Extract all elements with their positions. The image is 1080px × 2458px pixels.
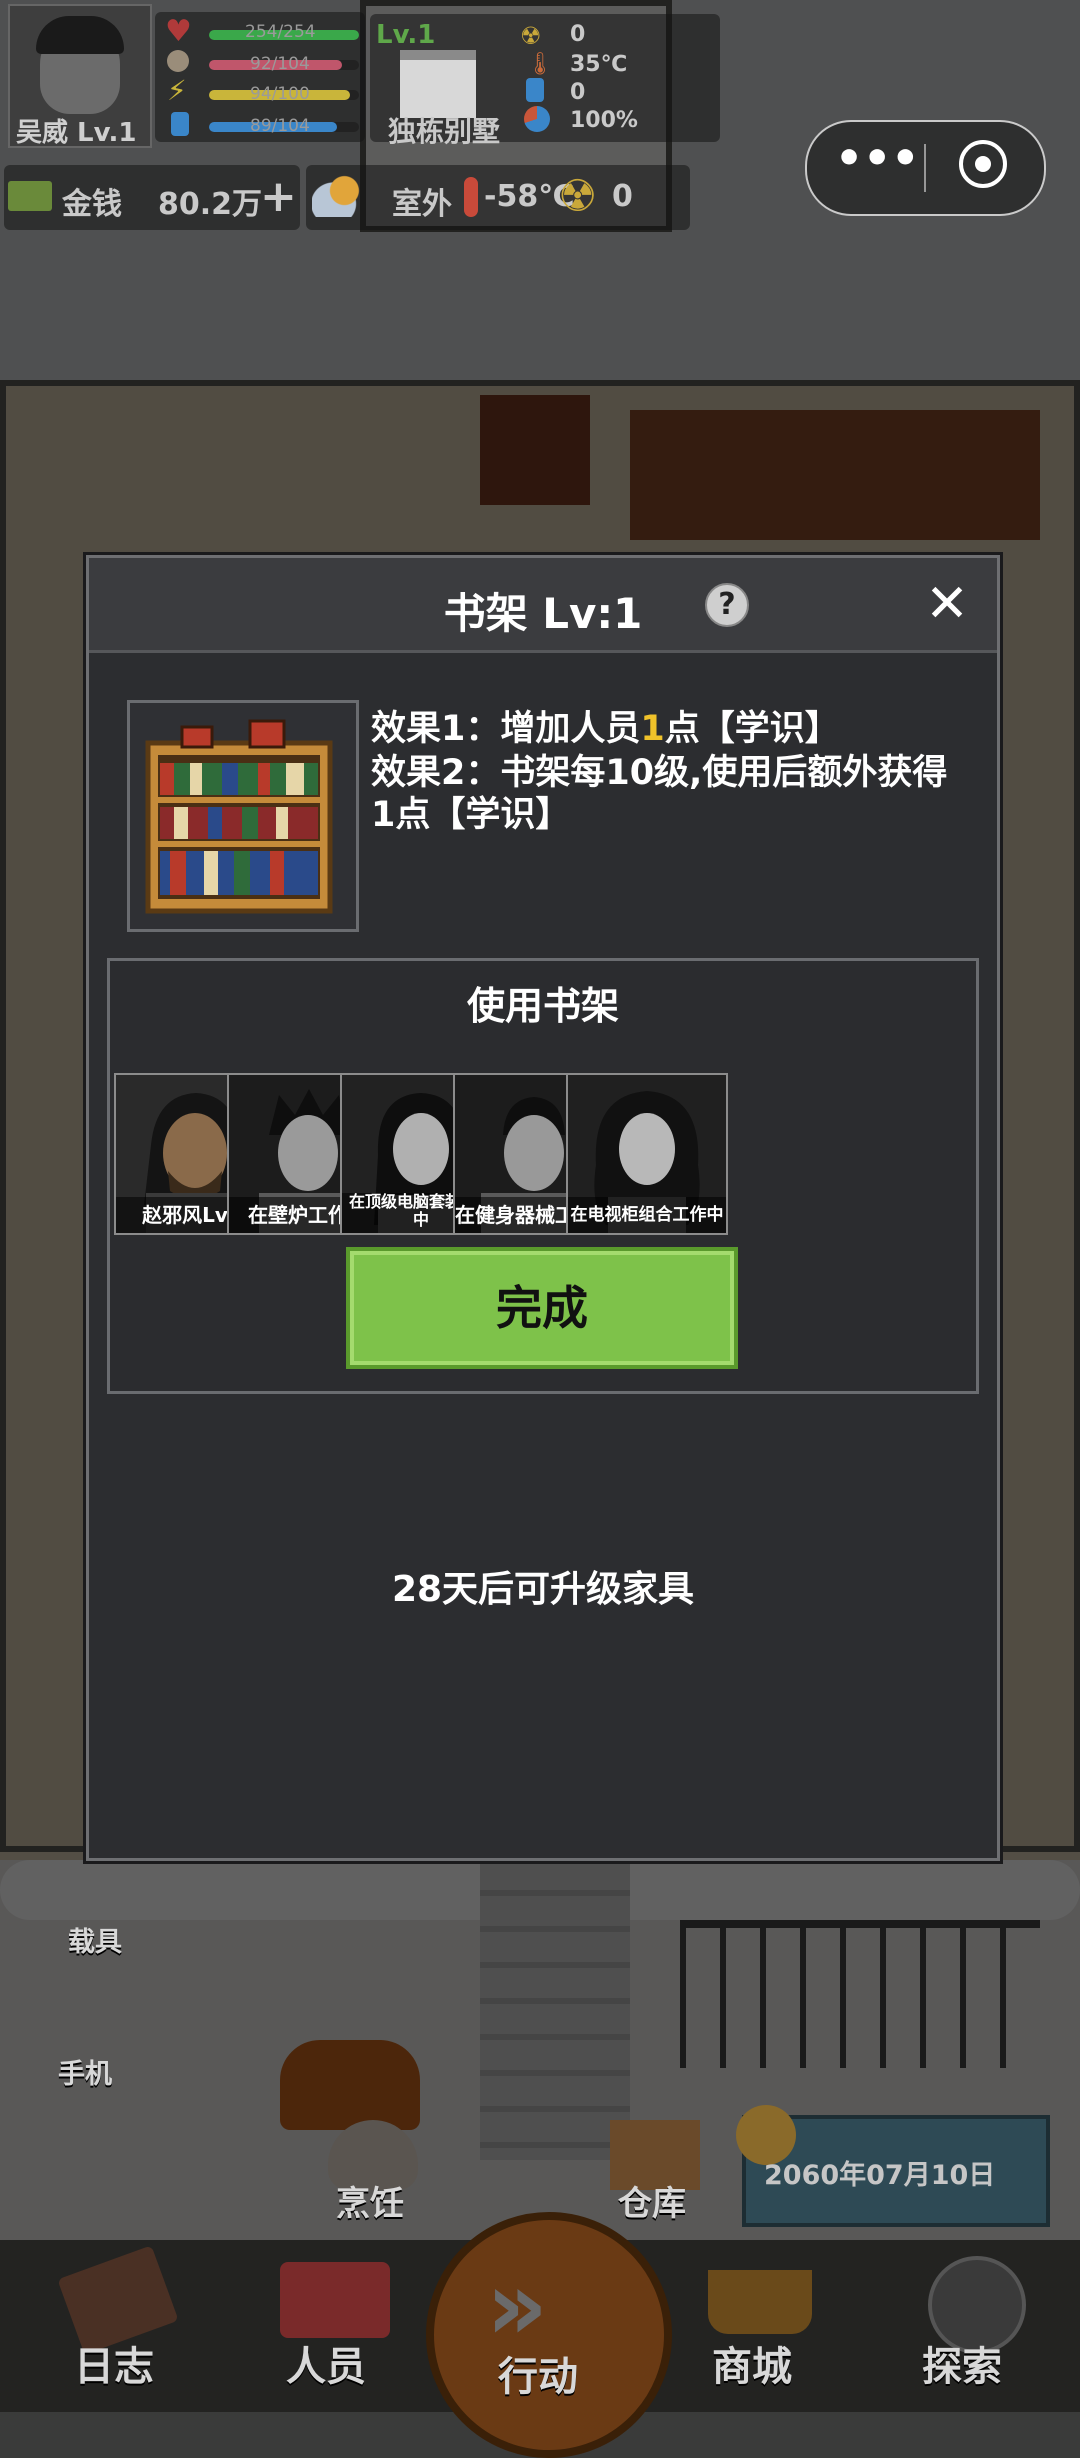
miniprogram-capsule: ••• bbox=[805, 120, 1046, 216]
close-target-icon[interactable] bbox=[959, 140, 1007, 188]
explore-tab[interactable]: 探索 bbox=[894, 2250, 1054, 2400]
heart-icon: ♥ bbox=[165, 14, 192, 49]
house-name: 独栋别墅 bbox=[388, 115, 501, 148]
staff-card-label: 在电视柜组合工作中 bbox=[568, 1197, 726, 1233]
vehicle-button[interactable]: 载具 bbox=[68, 1920, 122, 1959]
effect-2: 效果2：书架每10级,使用后额外获得1点【学识】 bbox=[371, 753, 948, 835]
bookshelf-item-frame bbox=[127, 700, 359, 932]
explore-label: 探索 bbox=[922, 2344, 1002, 2390]
money-icon bbox=[8, 181, 52, 211]
log-tab[interactable]: 日志 bbox=[40, 2245, 200, 2400]
player-hair bbox=[36, 16, 124, 54]
dialog-title: 书架 Lv:1 bbox=[443, 589, 643, 638]
phone-button[interactable]: 手机 bbox=[58, 2052, 112, 2091]
money-label: 金钱 bbox=[62, 187, 122, 222]
money-panel[interactable]: 金钱 80.2万 + bbox=[4, 165, 300, 230]
player-avatar[interactable]: 吴威 Lv.1 bbox=[8, 4, 152, 148]
house-condition: 100% bbox=[570, 108, 638, 133]
shop-tab[interactable]: 商城 bbox=[682, 2250, 842, 2400]
thermometer-icon bbox=[464, 177, 478, 217]
done-button[interactable]: 完成 bbox=[346, 1247, 738, 1369]
add-money-icon[interactable]: + bbox=[260, 171, 297, 222]
water-icon bbox=[171, 112, 189, 136]
effect-1-number: 1 bbox=[640, 709, 665, 749]
thermometer-icon: 🌡 bbox=[526, 52, 554, 77]
action-label: 行动 bbox=[498, 2354, 578, 2400]
water-drop-icon bbox=[526, 78, 544, 102]
energy-icon: ⚡ bbox=[167, 74, 187, 107]
house-panel[interactable]: Lv.1 独栋别墅 ☢ 0 🌡 35℃ 0 100% bbox=[370, 14, 720, 148]
weather-panel: 室外 -58℃ ☢ 0 bbox=[306, 165, 690, 230]
house-icon bbox=[400, 50, 476, 118]
close-icon[interactable]: ✕ bbox=[921, 578, 973, 630]
health-value: 254/254 bbox=[245, 22, 316, 42]
help-icon[interactable]: ? bbox=[705, 583, 749, 627]
staff-card-tv[interactable]: 在电视柜组合工作中 bbox=[566, 1073, 728, 1235]
money-value: 80.2万 bbox=[158, 187, 263, 222]
player-name: 吴威 Lv.1 bbox=[16, 118, 137, 148]
id-card-icon bbox=[280, 2262, 390, 2338]
bookshelf-icon bbox=[145, 719, 333, 914]
cook-button[interactable]: 烹饪 bbox=[318, 2110, 428, 2224]
house-level: Lv.1 bbox=[376, 20, 436, 50]
shop-label: 商城 bbox=[712, 2344, 792, 2390]
house-temperature: 35℃ bbox=[570, 52, 628, 77]
use-bookshelf-panel: 使用书架 赵邪风Lv.1 在壁炉工作中 在顶级电脑套装工作中 在健身器械工作中 … bbox=[107, 958, 979, 1394]
effect-1-suffix: 点【学识】 bbox=[664, 709, 840, 749]
bookshelf-dialog: 书架 Lv:1 ? ✕ 效果1：增加人员1点【学识】 效果2：书架每10级,使用… bbox=[86, 555, 1000, 1861]
pie-icon bbox=[524, 106, 550, 132]
date-text: 2060年07月10日 bbox=[764, 2160, 996, 2191]
dialog-header: 书架 Lv:1 ? ✕ bbox=[89, 558, 997, 653]
radiation-icon: ☢ bbox=[520, 22, 542, 50]
outside-label: 室外 bbox=[392, 187, 452, 222]
water-value: 89/104 bbox=[250, 116, 310, 136]
cook-label: 烹饪 bbox=[336, 2184, 404, 2224]
more-icon[interactable]: ••• bbox=[835, 137, 919, 188]
hunger-value: 92/104 bbox=[250, 54, 310, 74]
bottom-nav: 日志 人员 » 行动 商城 探索 bbox=[0, 2212, 1080, 2458]
effect-1: 效果1：增加人员1点【学识】 bbox=[371, 708, 971, 750]
stomach-icon bbox=[167, 50, 189, 72]
radiation-value: 0 bbox=[612, 179, 633, 214]
upgrade-countdown: 28天后可升级家具 bbox=[391, 1569, 695, 1610]
log-label: 日志 bbox=[74, 2344, 154, 2390]
use-bookshelf-title: 使用书架 bbox=[466, 984, 619, 1028]
house-water: 0 bbox=[570, 80, 586, 105]
staff-label: 人员 bbox=[286, 2344, 366, 2390]
radiation-icon: ☢ bbox=[558, 171, 598, 222]
capsule-divider bbox=[924, 144, 926, 192]
house-radiation: 0 bbox=[570, 22, 586, 47]
weather-icon bbox=[312, 173, 366, 217]
date-panel: 2060年07月10日 bbox=[736, 2105, 1050, 2227]
storage-label: 仓库 bbox=[618, 2184, 686, 2224]
energy-value: 94/100 bbox=[250, 84, 310, 104]
effect-1-prefix: 效果1：增加人员 bbox=[371, 709, 641, 749]
staff-tab[interactable]: 人员 bbox=[260, 2250, 420, 2400]
basket-icon bbox=[708, 2270, 812, 2334]
storage-button[interactable]: 仓库 bbox=[600, 2110, 710, 2224]
stats-panel: ♥ 254/254 92/104 ⚡ 94/100 89/104 bbox=[155, 12, 365, 142]
action-button[interactable]: » 行动 bbox=[426, 2212, 672, 2458]
